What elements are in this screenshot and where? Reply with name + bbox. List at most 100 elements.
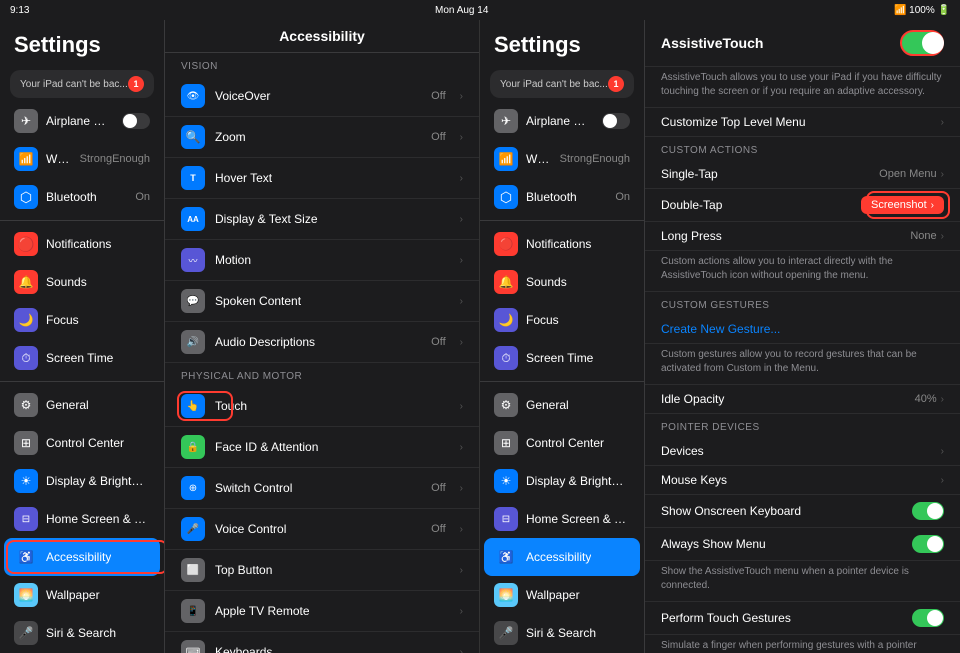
wifi-icon: 📶 [14, 147, 38, 171]
spokencontent-row[interactable]: 💬 Spoken Content › [165, 281, 479, 322]
focus-label: Focus [46, 313, 79, 327]
accessibility2-label: Accessibility [526, 550, 591, 564]
sidebar-item-sirisearch[interactable]: 🎤 Siri & Search [0, 614, 164, 652]
assistivetouch-header-row[interactable]: AssistiveTouch [645, 20, 960, 67]
sidebar-item-accessibility[interactable]: ♿ Accessibility [4, 538, 160, 576]
longpress-row[interactable]: Long Press None › [645, 222, 960, 251]
right-notification-banner[interactable]: Your iPad can't be bac... 1 [490, 70, 634, 98]
sidebar-item-general[interactable]: ⚙ General [0, 386, 164, 424]
devices-chevron: › [941, 446, 944, 457]
keyboards-row[interactable]: ⌨ Keyboards › [165, 632, 479, 653]
hovertext-row[interactable]: T Hover Text › [165, 158, 479, 199]
left-notification-banner[interactable]: Your iPad can't be bac... 1 [10, 70, 154, 98]
sidebar-item-bluetooth2[interactable]: ⬡ Bluetooth On [480, 178, 644, 216]
displaytext-row[interactable]: AA Display & Text Size › [165, 199, 479, 240]
airplane-label: Airplane Mode [46, 114, 114, 128]
displaytext-icon: AA [181, 207, 205, 231]
sidebar-item-sounds2[interactable]: 🔔 Sounds [480, 263, 644, 301]
faceidattention-row[interactable]: 🔒 Face ID & Attention › [165, 427, 479, 468]
sidebar-item-sounds[interactable]: 🔔 Sounds [0, 263, 164, 301]
voicecontrol-row[interactable]: 🎤 Voice Control Off › [165, 509, 479, 550]
touch-row[interactable]: 👆 Touch › [165, 386, 479, 427]
sidebar-item-homescreen2[interactable]: ⊟ Home Screen & Multitas... [480, 500, 644, 538]
audiodesc-row[interactable]: 🔊 Audio Descriptions Off › [165, 322, 479, 363]
audiodesc-chevron: › [460, 337, 463, 348]
sidebar-item-airplane2[interactable]: ✈ Airplane Mode [480, 102, 644, 140]
sidebar-item-notifications[interactable]: 🔴 Notifications [0, 225, 164, 263]
sidebar-item-wallpaper[interactable]: 🌅 Wallpaper [0, 576, 164, 614]
idle-opacity-row[interactable]: Idle Opacity 40% › [645, 385, 960, 414]
sidebar-item-airplane[interactable]: ✈ Airplane Mode [0, 102, 164, 140]
topbutton-label: Top Button [215, 563, 450, 577]
sirisearch-icon: 🎤 [14, 621, 38, 645]
touch-icon: 👆 [181, 394, 205, 418]
alwaysshowmenu-toggle[interactable] [912, 535, 944, 553]
airplane2-toggle[interactable] [602, 113, 630, 129]
hovertext-label: Hover Text [215, 171, 450, 185]
create-gesture-row[interactable]: Create New Gesture... [645, 315, 960, 344]
divider1 [0, 220, 164, 221]
sidebar-item-accessibility2[interactable]: ♿ Accessibility [484, 538, 640, 576]
performtouch-toggle[interactable] [912, 609, 944, 627]
zoom-icon: 🔍 [181, 125, 205, 149]
sidebar-item-bluetooth[interactable]: ⬡ Bluetooth On [0, 178, 164, 216]
sidebar-item-notifications2[interactable]: 🔴 Notifications [480, 225, 644, 263]
sirisearch2-label: Siri & Search [526, 626, 596, 640]
sidebar-item-controlcenter[interactable]: ⊞ Control Center [0, 424, 164, 462]
wifi-label: Wi-Fi [46, 152, 72, 166]
appletvremote-row[interactable]: 📱 Apple TV Remote › [165, 591, 479, 632]
left-sidebar-items: ✈ Airplane Mode 📶 Wi-Fi StrongEnough ⬡ B… [0, 102, 164, 653]
zoom-value: Off [431, 131, 445, 143]
customize-menu-chevron: › [941, 117, 944, 128]
wifi2-value: StrongEnough [560, 153, 630, 165]
bluetooth-label: Bluetooth [46, 190, 97, 204]
bluetooth-icon: ⬡ [14, 185, 38, 209]
physicalmotor-section-label: PHYSICAL AND MOTOR [165, 363, 479, 386]
sidebar-item-wallpaper2[interactable]: 🌅 Wallpaper [480, 576, 644, 614]
voiceover-chevron: › [460, 91, 463, 102]
switchcontrol-row[interactable]: ⊕ Switch Control Off › [165, 468, 479, 509]
sidebar-item-screentime[interactable]: ⏱ Screen Time [0, 339, 164, 377]
customize-menu-row[interactable]: Customize Top Level Menu › [645, 108, 960, 137]
sidebar-item-displaybrightness[interactable]: ☀ Display & Brightness [0, 462, 164, 500]
right-notification-badge: 1 [608, 76, 624, 92]
onscreenkeyboard-toggle[interactable] [912, 502, 944, 520]
motion-row[interactable]: 〰 Motion › [165, 240, 479, 281]
sidebar-item-focus2[interactable]: 🌙 Focus [480, 301, 644, 339]
voiceover-row[interactable]: 👁 VoiceOver Off › [165, 76, 479, 117]
zoom-row[interactable]: 🔍 Zoom Off › [165, 117, 479, 158]
sidebar-item-focus[interactable]: 🌙 Focus [0, 301, 164, 339]
topbutton-row[interactable]: ⬜ Top Button › [165, 550, 479, 591]
right-settings-sidebar: Settings Your iPad can't be bac... 1 ✈ A… [480, 20, 645, 653]
screentime-icon: ⏱ [14, 346, 38, 370]
mousekeys-row[interactable]: Mouse Keys › [645, 466, 960, 495]
doubletap-value: Screenshot › [861, 196, 944, 214]
custom-gestures-label: CUSTOM GESTURES [645, 292, 960, 315]
sidebar-item-homescreen[interactable]: ⊟ Home Screen & Multitas... [0, 500, 164, 538]
airplane-icon: ✈ [14, 109, 38, 133]
sidebar-item-wifi2[interactable]: 📶 Wi-Fi StrongEnough [480, 140, 644, 178]
assistivetouch-panel: AssistiveTouch AssistiveTouch allows you… [645, 20, 960, 653]
sirisearch-label: Siri & Search [46, 626, 116, 640]
onscreenkeyboard-row[interactable]: Show Onscreen Keyboard [645, 495, 960, 528]
performtouch-desc: Simulate a finger when performing gestur… [645, 635, 960, 653]
focus2-label: Focus [526, 313, 559, 327]
sidebar-item-displaybrightness2[interactable]: ☀ Display & Brightness [480, 462, 644, 500]
idle-opacity-chevron: › [941, 394, 944, 405]
sidebar-item-wifi[interactable]: 📶 Wi-Fi StrongEnough [0, 140, 164, 178]
devices-row[interactable]: Devices › [645, 437, 960, 466]
keyboards-chevron: › [460, 647, 463, 653]
airplane-toggle[interactable] [122, 113, 150, 129]
singletap-row[interactable]: Single-Tap Open Menu › [645, 160, 960, 189]
sidebar-item-general2[interactable]: ⚙ General [480, 386, 644, 424]
doubletap-row[interactable]: Double-Tap Screenshot › [645, 189, 960, 222]
displaybrightness-label: Display & Brightness [46, 474, 150, 488]
alwaysshowmenu-desc: Show the AssistiveTouch menu when a poin… [645, 561, 960, 602]
displaybrightness2-icon: ☀ [494, 469, 518, 493]
sidebar-item-sirisearch2[interactable]: 🎤 Siri & Search [480, 614, 644, 652]
assistivetouch-toggle[interactable] [900, 30, 944, 56]
performtouch-row[interactable]: Perform Touch Gestures [645, 602, 960, 635]
alwaysshowmenu-row[interactable]: Always Show Menu [645, 528, 960, 561]
sidebar-item-controlcenter2[interactable]: ⊞ Control Center [480, 424, 644, 462]
sidebar-item-screentime2[interactable]: ⏱ Screen Time [480, 339, 644, 377]
